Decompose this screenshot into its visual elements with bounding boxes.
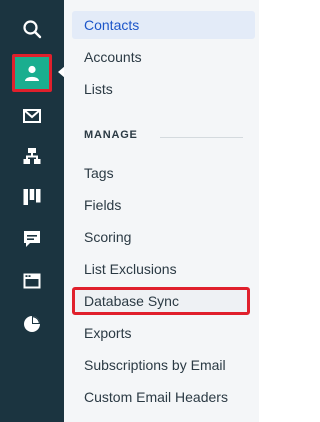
search-icon[interactable] — [12, 13, 52, 45]
site-window-icon[interactable] — [12, 265, 52, 297]
menu-item-tags[interactable]: Tags — [72, 159, 255, 187]
mail-icon[interactable] — [12, 100, 52, 132]
icon-rail — [0, 0, 65, 422]
menu-item-fields[interactable]: Fields — [72, 191, 255, 219]
menu-item-exports[interactable]: Exports — [72, 319, 255, 347]
reports-pie-icon[interactable] — [12, 308, 52, 340]
menu-item-accounts[interactable]: Accounts — [72, 43, 255, 71]
menu-item-database-sync[interactable]: Database Sync — [72, 287, 250, 315]
automation-tree-icon[interactable] — [12, 140, 52, 172]
menu-item-scoring[interactable]: Scoring — [72, 223, 255, 251]
app-root: Contacts Accounts Lists MANAGE Tags Fiel… — [0, 0, 259, 422]
contacts-submenu: Contacts Accounts Lists MANAGE Tags Fiel… — [64, 0, 259, 422]
chat-message-icon[interactable] — [12, 223, 52, 255]
menu-item-list-exclusions[interactable]: List Exclusions — [72, 255, 255, 283]
menu-item-custom-email-headers[interactable]: Custom Email Headers — [72, 383, 255, 411]
manage-section-title: MANAGE — [84, 129, 138, 141]
contacts-person-icon[interactable] — [12, 54, 52, 92]
menu-item-subscriptions-by-email[interactable]: Subscriptions by Email — [72, 351, 255, 379]
menu-item-lists[interactable]: Lists — [72, 75, 255, 103]
deals-columns-icon[interactable] — [12, 181, 52, 213]
section-divider — [160, 137, 243, 138]
menu-item-contacts[interactable]: Contacts — [72, 11, 255, 39]
